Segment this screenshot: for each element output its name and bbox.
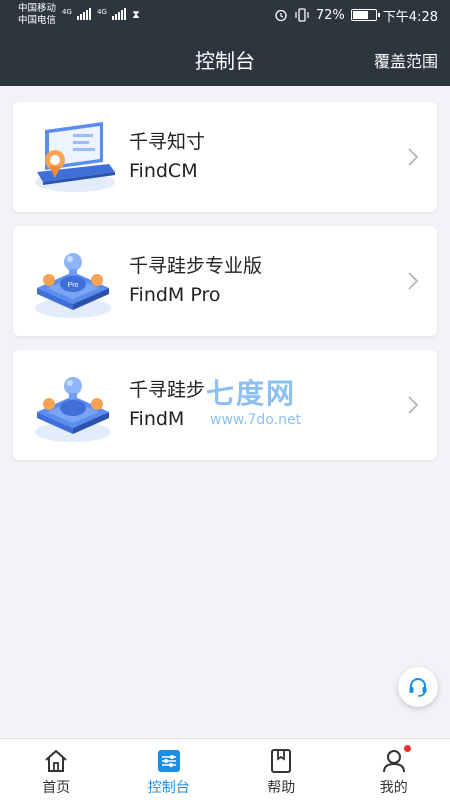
console-icon [157, 750, 180, 772]
watermark-url: www.7do.net [210, 412, 302, 428]
headset-icon [409, 678, 427, 697]
locator-pro-illustration: Pro [35, 253, 111, 318]
nav-console[interactable]: 控制台 [113, 739, 226, 800]
customer-service-button[interactable] [398, 667, 438, 707]
product-subtitle: FindCM [129, 160, 198, 182]
hourglass-icon: ⧗ [132, 8, 140, 21]
nav-label: 帮助 [267, 780, 296, 796]
clock: 下午4:28 [382, 9, 438, 25]
product-name: 千寻知寸 [129, 131, 206, 153]
home-icon [45, 750, 67, 772]
product-texts: 千寻知寸 FindCM [129, 128, 437, 186]
app-header: 控制台 覆盖范围 [0, 30, 450, 86]
battery-icon [350, 9, 380, 21]
nav-profile[interactable]: 我的 [338, 739, 450, 800]
product-card-findm-pro[interactable]: Pro 千寻跬步专业版 FindM Pro [13, 226, 437, 336]
nav-home[interactable]: 首页 [0, 739, 113, 800]
chevron-right-icon [408, 396, 419, 414]
book-icon [271, 749, 292, 773]
vibrate-icon [295, 8, 309, 22]
signal-bars-icon [77, 7, 92, 20]
alarm-icon [275, 9, 287, 22]
network-type-2: 4G [97, 7, 107, 16]
signal-2: 4G [97, 7, 127, 23]
status-right: 72% 下午4:28 [274, 6, 438, 25]
watermark: 七度网 www.7do.net [206, 372, 301, 428]
status-left: 中国移动 中国电信 4G 4G ⧗ [18, 3, 140, 27]
pro-badge-text: Pro [68, 282, 79, 289]
nav-help[interactable]: 帮助 [225, 739, 338, 800]
signal-1: 4G [62, 7, 92, 23]
status-bar: 中国移动 中国电信 4G 4G ⧗ 72% 下午4:28 [0, 0, 450, 30]
carrier-2: 中国电信 [18, 15, 57, 26]
nav-label: 首页 [42, 780, 71, 796]
carriers: 中国移动 中国电信 [18, 3, 56, 27]
battery-percent: 72% [315, 7, 345, 23]
nav-label: 控制台 [147, 780, 190, 796]
watermark-title: 七度网 [206, 377, 297, 410]
bottom-nav: 首页 控制台 帮助 我的 [0, 738, 450, 800]
carrier-1: 中国移动 [18, 3, 57, 14]
signal-bars-icon [112, 7, 127, 20]
notification-dot [403, 745, 411, 752]
network-type-1: 4G [62, 7, 72, 16]
locator-illustration [35, 377, 111, 442]
nav-label: 我的 [379, 780, 408, 796]
user-icon [382, 750, 405, 773]
product-name: 千寻跬步专业版 [129, 255, 263, 277]
coverage-button[interactable]: 覆盖范围 [374, 48, 438, 72]
product-texts: 千寻跬步专业版 FindM Pro [129, 252, 437, 310]
chevron-right-icon [408, 148, 419, 166]
chevron-right-icon [408, 272, 419, 290]
laptop-illustration [35, 122, 115, 192]
product-card-findcm[interactable]: 千寻知寸 FindCM [13, 102, 437, 212]
product-subtitle: FindM Pro [129, 284, 221, 306]
